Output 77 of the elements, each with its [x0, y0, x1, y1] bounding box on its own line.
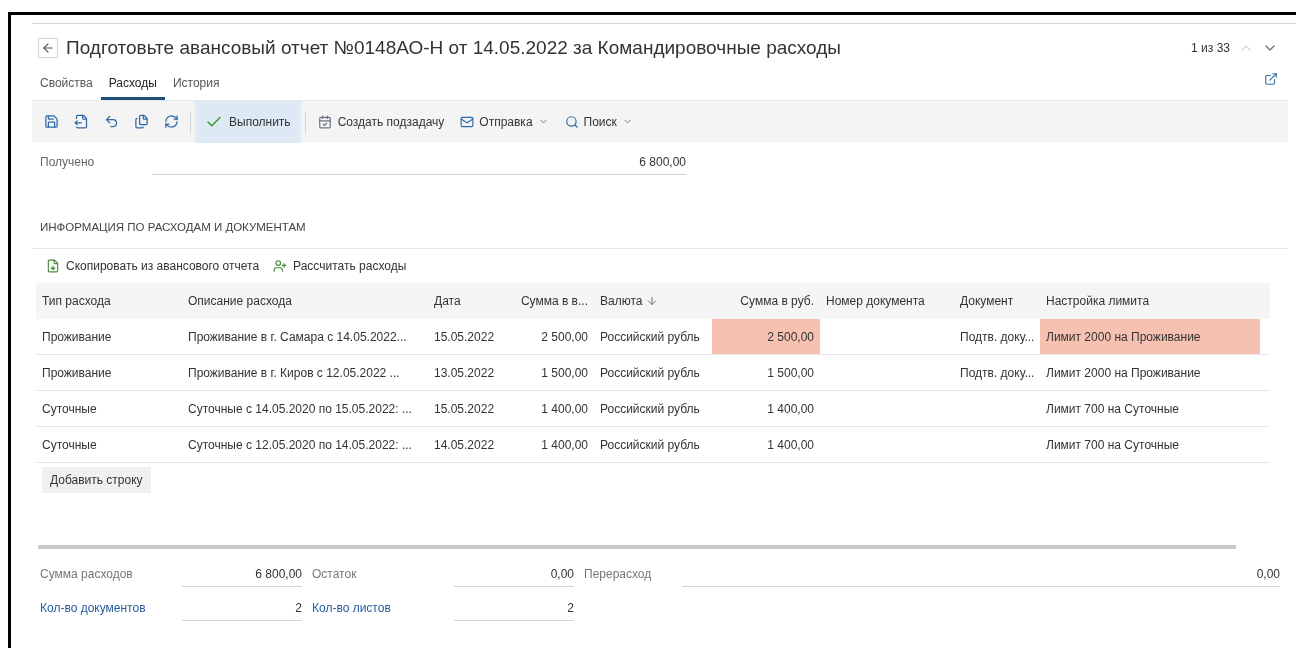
column-header[interactable]: Дата [428, 292, 508, 310]
execute-button[interactable]: Выполнить [195, 100, 301, 143]
field-label[interactable]: Кол-во документов [40, 599, 182, 617]
sort-arrow-icon [646, 295, 659, 307]
column-header[interactable]: Сумма в руб. [712, 292, 820, 310]
table-cell: 2 500,00 [712, 319, 820, 354]
table-cell-text: Российский рубль [599, 328, 701, 346]
table-cell-text: 15.05.2022 [433, 328, 496, 346]
toolbar-menu[interactable]: Поиск [556, 106, 641, 137]
table-cell-text: Российский рубль [599, 436, 701, 454]
table-cell-text: 1 400,00 [766, 436, 815, 454]
table-action-button[interactable]: Рассчитать расходы [273, 257, 407, 275]
column-header[interactable]: Номер документа [820, 292, 954, 310]
horizontal-scrollbar[interactable] [38, 545, 1236, 549]
back-button[interactable] [38, 38, 58, 58]
table-cell-text: 1 400,00 [766, 400, 815, 418]
table-cell-text: 2 500,00 [540, 328, 589, 346]
table-cell-text: Суточные с 14.05.2020 по 15.05.2022: ... [187, 400, 413, 418]
table-cell-text: Проживание в г. Самара с 14.05.2022... [187, 328, 408, 346]
total-field: 0,00 [682, 561, 1280, 587]
table-cell-text: Российский рубль [599, 400, 701, 418]
total-field: 2 [182, 595, 302, 621]
refresh-icon [163, 114, 179, 129]
column-header[interactable]: Сумма в в... [508, 292, 594, 310]
search-icon [564, 114, 579, 129]
table-cell-text: Суточные [41, 436, 98, 454]
undo-icon [103, 114, 119, 129]
add-row-button[interactable]: Добавить строку [42, 467, 151, 493]
field-label: Сумма расходов [40, 566, 134, 583]
column-header[interactable]: Документ [954, 292, 1040, 310]
table-cell-text: Лимит 2000 на Проживание [1045, 364, 1202, 382]
save-icon [43, 114, 59, 129]
table-cell-text: Лимит 700 на Суточные [1045, 436, 1180, 454]
popout-icon[interactable] [1264, 72, 1278, 86]
table-action-button[interactable]: Скопировать из авансового отчета [46, 257, 260, 275]
field-label: Перерасход [584, 566, 653, 583]
table-cell-text: Российский рубль [599, 364, 701, 382]
total-field: 6 800,00 [182, 561, 302, 587]
section-title: ИНФОРМАЦИЯ ПО РАСХОДАМ И ДОКУМЕНТАМ [40, 221, 306, 233]
column-header[interactable]: Описание расхода [182, 292, 428, 310]
table-cell-text: Подтв. доку... [959, 328, 1036, 346]
tab[interactable]: Свойства [32, 74, 101, 100]
window-title: Подготовьте авансовый отчет №0148АО-Н от 14.05.2022 за Командировочные расходы [66, 35, 841, 60]
table-cell-text: Суточные [41, 400, 98, 418]
total-field: 2 [454, 595, 574, 621]
field-label: Получено [40, 154, 96, 171]
table-cell-text: 1 500,00 [766, 364, 815, 382]
column-header[interactable]: Тип расхода [36, 292, 182, 310]
table-cell-text: Проживание [41, 364, 113, 382]
table-cell-text: Проживание в г. Киров с 12.05.2022 ... [187, 364, 401, 382]
table-cell-text: 13.05.2022 [433, 364, 496, 382]
field-label[interactable]: Кол-во листов [312, 599, 454, 617]
document-icon [46, 259, 60, 273]
column-header[interactable]: Настройка лимита [1040, 292, 1260, 310]
table-cell-text: 14.05.2022 [433, 436, 496, 454]
received-field[interactable]: 6 800,00 [152, 149, 686, 175]
copy-icon [133, 114, 149, 129]
total-field: 0,00 [454, 561, 574, 587]
table-cell-text: Суточные с 12.05.2020 по 14.05.2022: ... [187, 436, 413, 454]
toolbar-button[interactable]: Создать подзадачу [309, 106, 453, 137]
table-cell: Лимит 2000 на Проживание [1040, 319, 1260, 354]
envelope-icon [460, 114, 475, 129]
export-icon [73, 114, 89, 129]
table-cell-text: 1 500,00 [540, 364, 589, 382]
table-cell-text: Подтв. доку... [959, 364, 1036, 382]
table-cell-text: Лимит 700 на Суточные [1045, 400, 1180, 418]
table-cell-text: Проживание [41, 328, 113, 346]
table-cell-text: 15.05.2022 [433, 400, 496, 418]
person-add-icon [273, 259, 288, 273]
toolbar-menu[interactable]: Отправка [452, 106, 557, 137]
field-label: Остаток [312, 566, 358, 583]
table-cell-text: 1 400,00 [540, 436, 589, 454]
tab[interactable]: История [164, 74, 228, 100]
table-cell-text: 1 400,00 [540, 400, 589, 418]
column-header[interactable]: Валюта [594, 292, 712, 310]
calendar-icon [317, 114, 332, 129]
record-counter: 1 из 33 [1191, 40, 1230, 57]
